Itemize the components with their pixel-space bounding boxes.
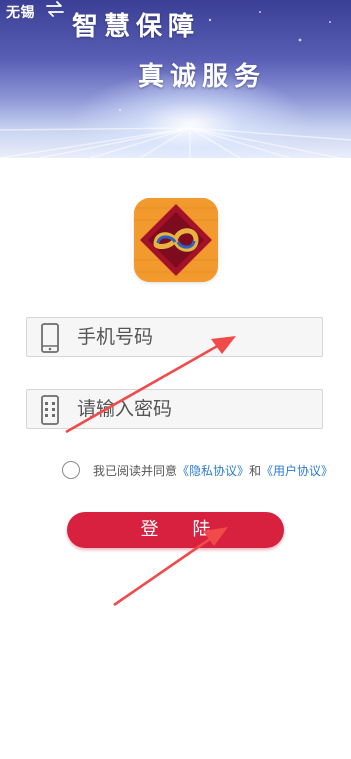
password-field[interactable] bbox=[26, 389, 323, 429]
slogan-line-2: 真诚服务 bbox=[138, 62, 267, 92]
agreement-connector: 和 bbox=[249, 464, 262, 478]
swap-icon[interactable] bbox=[45, 0, 65, 18]
phone-field[interactable] bbox=[26, 317, 323, 357]
agreement-prefix: 我已阅读并同意 bbox=[93, 464, 178, 478]
app-logo bbox=[134, 198, 218, 282]
city-selector-label[interactable]: 无锡 bbox=[6, 2, 35, 22]
agreement-checkbox[interactable] bbox=[62, 461, 80, 479]
keypad-icon bbox=[39, 394, 61, 426]
user-agreement-link[interactable]: 《用户协议》 bbox=[261, 464, 333, 478]
password-input[interactable] bbox=[77, 390, 317, 428]
login-button[interactable]: 登陆 bbox=[67, 512, 284, 548]
phone-input[interactable] bbox=[77, 318, 317, 356]
phone-icon bbox=[39, 322, 61, 354]
agreement-text: 我已阅读并同意《隐私协议》和《用户协议》 bbox=[93, 462, 333, 479]
header-banner: 无锡 智慧保障 真诚服务 bbox=[0, 0, 351, 158]
slogan-line-1: 智慧保障 bbox=[72, 12, 201, 42]
privacy-policy-link[interactable]: 《隐私协议》 bbox=[177, 464, 249, 478]
